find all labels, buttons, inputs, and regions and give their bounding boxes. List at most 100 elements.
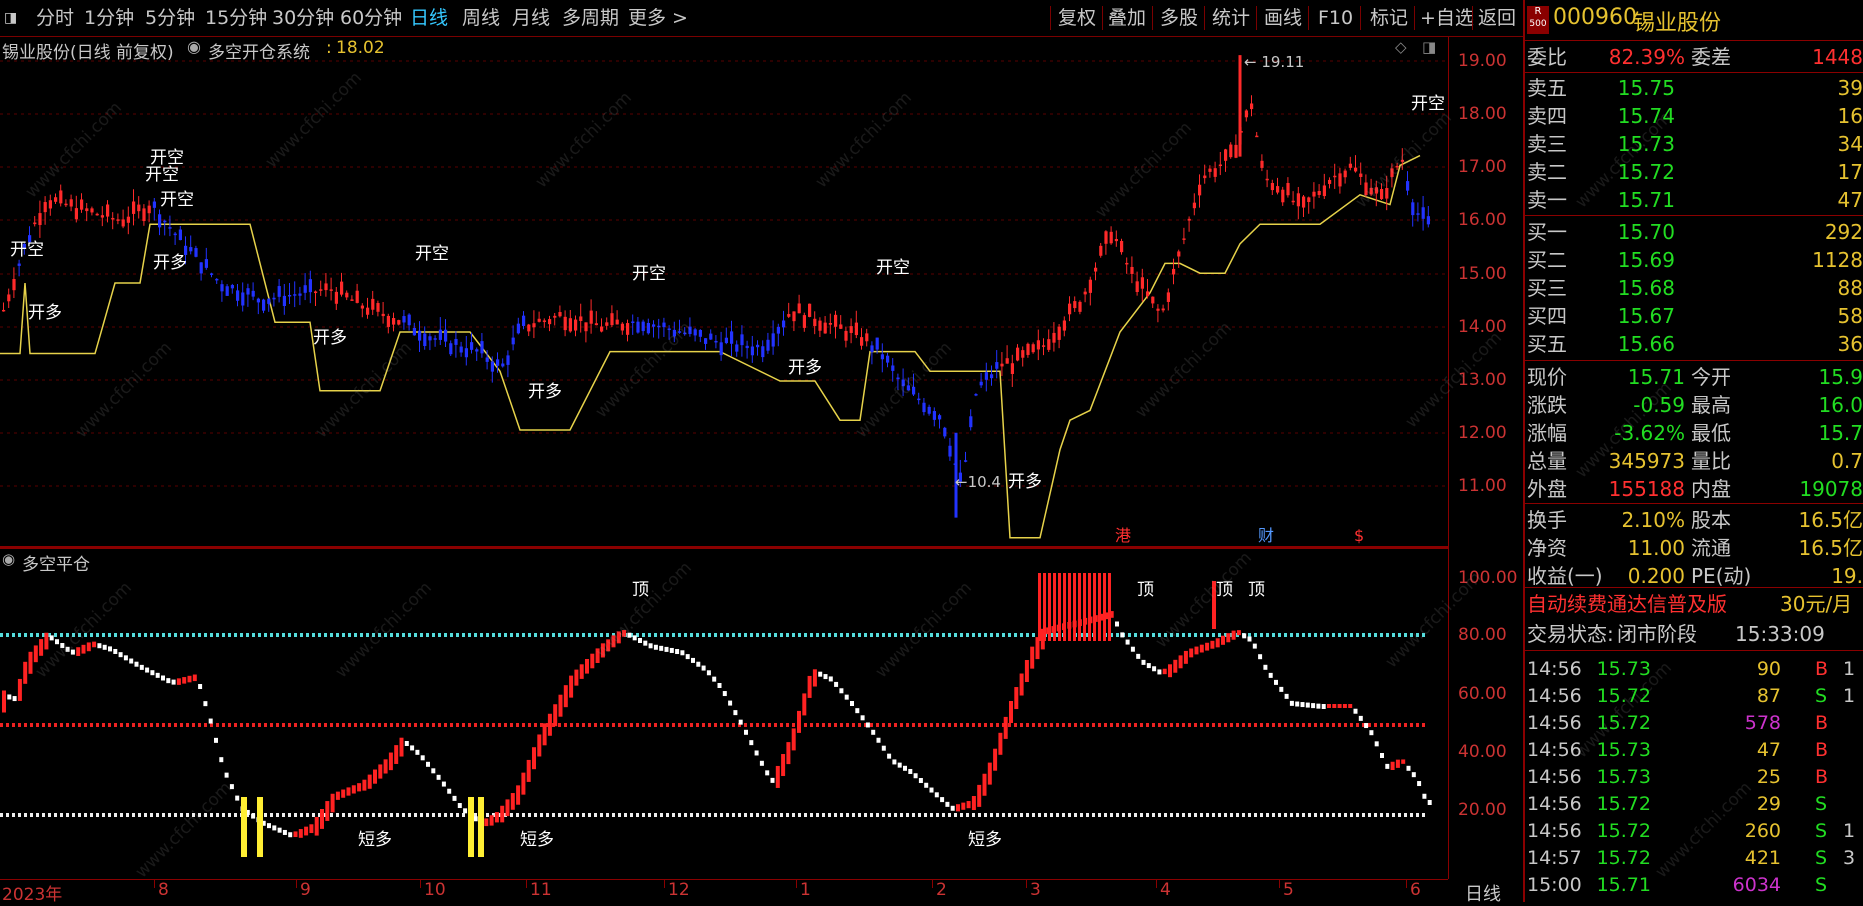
candle-body: [1177, 251, 1181, 257]
signal-kai-kong: 开空: [150, 148, 184, 168]
bids-row[interactable]: 买四 15.67 58: [1525, 302, 1863, 330]
oscillator-bar: [977, 784, 982, 807]
candle-body: [932, 411, 936, 420]
candle-body: [558, 312, 562, 317]
candle-body: [761, 346, 765, 358]
tick-row: 15:00 15.71 6034 S: [1527, 871, 1857, 899]
candle-body: [298, 293, 302, 296]
panel-toggle-icon[interactable]: ◨: [4, 0, 17, 36]
asks-row[interactable]: 卖四 15.74 16: [1525, 102, 1863, 130]
candle-body: [85, 208, 89, 212]
bids-row[interactable]: 买三 15.68 88: [1525, 274, 1863, 302]
oscillator-bar: [12, 696, 17, 702]
oscillator-bar: [934, 792, 939, 798]
candle-body: [516, 323, 520, 334]
candle-body: [870, 345, 874, 353]
candle-body: [990, 374, 994, 379]
candle-body: [392, 318, 396, 325]
oscillator-bar: [182, 677, 187, 684]
candle-body: [1296, 193, 1300, 207]
candle-body: [386, 315, 390, 327]
candle-body: [90, 208, 94, 213]
oscillator-bar: [1258, 654, 1263, 660]
candle-body: [147, 205, 151, 214]
bids-row[interactable]: 买二 15.69 1128: [1525, 246, 1863, 274]
tab-fenshi[interactable]: 分时: [36, 0, 74, 36]
asks-row[interactable]: 卖一 15.71 47: [1525, 186, 1863, 214]
candle-body: [626, 323, 630, 335]
stats-button[interactable]: 统计: [1212, 0, 1250, 36]
overlay-button[interactable]: 叠加: [1108, 0, 1146, 36]
oscillator-bar: [404, 741, 409, 746]
tab-60min[interactable]: 60分钟: [340, 0, 402, 36]
stat-value: 19078: [1799, 477, 1863, 501]
candle-body: [1229, 144, 1233, 158]
tab-monthly[interactable]: 月线: [512, 0, 550, 36]
bids-row[interactable]: 买一 15.70 292: [1525, 218, 1863, 246]
signal-kai-kong: 开空: [1411, 94, 1445, 114]
asks-row[interactable]: 卖五 15.75 39: [1525, 74, 1863, 102]
candle-body: [2, 309, 6, 312]
tab-5min[interactable]: 5分钟: [145, 0, 195, 36]
oscillator-bar: [28, 651, 33, 674]
stat-label: 现价: [1527, 365, 1567, 389]
promo-banner[interactable]: 自动续费通达信普及版 30元/月: [1525, 589, 1863, 619]
candle-body: [1333, 175, 1337, 178]
candle-body: [1276, 186, 1280, 193]
candle-body: [693, 329, 697, 336]
oscillator-bar: [738, 719, 743, 725]
tab-15min[interactable]: 15分钟: [205, 0, 267, 36]
oscillator-bar: [664, 646, 669, 652]
fuquan-button[interactable]: 复权: [1058, 0, 1096, 36]
oscillator-bar: [330, 793, 335, 813]
candle-body: [797, 303, 801, 314]
tick-price: 15.72: [1596, 847, 1651, 869]
asks-row[interactable]: 卖三 15.73 34: [1525, 130, 1863, 158]
mark-button[interactable]: 标记: [1370, 0, 1408, 36]
asks-volume: 47: [1837, 188, 1863, 212]
oscillator-bar: [150, 670, 155, 676]
bids-row[interactable]: 买五 15.66 36: [1525, 330, 1863, 358]
candle-body: [615, 319, 619, 325]
candle-body: [698, 329, 702, 337]
oscillator-bar: [1120, 632, 1125, 638]
date-tick-mark: [1156, 880, 1157, 888]
candle-body: [589, 310, 593, 324]
multi-stock-button[interactable]: 多股: [1160, 0, 1198, 36]
candle-body: [1426, 216, 1430, 225]
tab-daily[interactable]: 日线: [410, 0, 448, 36]
add-watchlist-button[interactable]: +自选: [1420, 0, 1474, 36]
back-button[interactable]: 返回: [1478, 0, 1516, 36]
oscillator-bar: [786, 742, 791, 765]
tab-1min[interactable]: 1分钟: [84, 0, 134, 36]
oscillator-bar: [648, 643, 653, 649]
signal-kai-kong: 开空: [415, 244, 449, 264]
stat-value: 16.0: [1818, 393, 1863, 417]
stat-value: 0.200: [1627, 564, 1685, 588]
price-tick: 14.00: [1458, 317, 1507, 337]
asks-price: 15.73: [1617, 132, 1675, 156]
price-tick: 13.00: [1458, 370, 1507, 390]
asks-volume: 39: [1837, 76, 1863, 100]
f10-button[interactable]: F10: [1318, 0, 1353, 36]
tab-more[interactable]: 更多 >: [628, 0, 688, 36]
oscillator-bar: [55, 639, 59, 645]
tab-multi-period[interactable]: 多周期: [562, 0, 619, 36]
tick-row: 14:56 15.73 25 B: [1527, 763, 1857, 791]
tab-weekly[interactable]: 周线: [462, 0, 500, 36]
oscillator-bar: [139, 664, 144, 670]
candle-body: [319, 289, 323, 291]
oscillator-bar: [1162, 668, 1167, 675]
date-tick: 6: [1410, 880, 1421, 900]
candle-body: [938, 415, 942, 420]
candle-body: [1411, 202, 1415, 216]
tab-30min[interactable]: 30分钟: [272, 0, 334, 36]
stat-value: 345973: [1608, 449, 1685, 473]
candle-body: [69, 199, 73, 207]
stat-label: 最低: [1691, 421, 1731, 445]
oscillator-bar: [691, 657, 695, 663]
candle-body: [808, 303, 812, 317]
short-long-bar: [241, 797, 247, 857]
draw-line-button[interactable]: 画线: [1264, 0, 1302, 36]
asks-row[interactable]: 卖二 15.72 17: [1525, 158, 1863, 186]
